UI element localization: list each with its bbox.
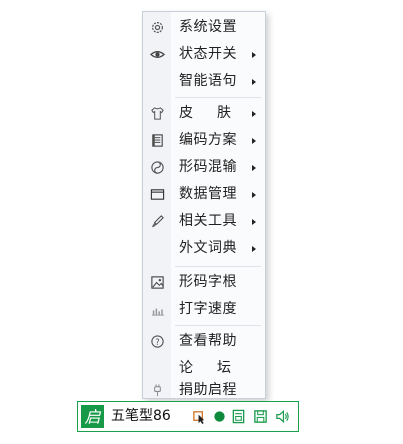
menu-item-system-settings[interactable]: 系统设置 bbox=[143, 14, 265, 41]
svg-text:?: ? bbox=[155, 337, 159, 347]
submenu-arrow-icon bbox=[252, 79, 256, 85]
tshirt-icon bbox=[150, 106, 165, 121]
menu-item-skin[interactable]: 皮肤 bbox=[143, 100, 265, 127]
menu-item-typing-speed[interactable]: 打字速度 bbox=[143, 296, 265, 323]
menu-item-label: 查看帮助 bbox=[179, 333, 237, 349]
menu-item-mixed-input[interactable]: 形码混输 bbox=[143, 154, 265, 181]
dot-icon[interactable] bbox=[212, 409, 227, 424]
help-icon: ? bbox=[150, 334, 165, 349]
menu-item-label: 系统设置 bbox=[179, 19, 237, 35]
ime-status-bar[interactable]: 启 五笔型86 bbox=[77, 401, 299, 432]
menu-item-related-tools[interactable]: 相关工具 bbox=[143, 208, 265, 235]
menu-item-data-management[interactable]: 数据管理 bbox=[143, 181, 265, 208]
menu-item-label: 智能语句 bbox=[179, 73, 237, 89]
eye-icon bbox=[150, 47, 165, 62]
menu-item-status-toggle[interactable]: 状态开关 bbox=[143, 41, 265, 68]
menu-separator bbox=[175, 266, 261, 267]
context-menu: 系统设置 状态开关 智能语句 皮肤 编码方案 形码混输 数据管理 相关工具 外文… bbox=[142, 11, 266, 399]
menu-item-view-help[interactable]: ? 查看帮助 bbox=[143, 328, 265, 355]
menu-item-label: 皮肤 bbox=[179, 105, 255, 121]
ime-logo-icon[interactable]: 启 bbox=[81, 405, 104, 428]
yin-yang-icon bbox=[150, 160, 165, 175]
menu-item-label: 形码字根 bbox=[179, 274, 237, 290]
calculator-icon[interactable] bbox=[231, 409, 246, 424]
menu-item-label: 形码混输 bbox=[179, 159, 237, 175]
codebook-icon bbox=[150, 133, 165, 148]
save-icon[interactable] bbox=[253, 409, 268, 424]
cursor-icon[interactable] bbox=[192, 409, 207, 424]
menu-item-label: 论坛 bbox=[179, 360, 255, 376]
menu-item-donate[interactable]: 捐助启程 bbox=[143, 382, 265, 399]
brush-icon bbox=[150, 214, 165, 229]
submenu-arrow-icon bbox=[252, 192, 256, 198]
submenu-arrow-icon bbox=[252, 246, 256, 252]
menu-item-label: 捐助启程 bbox=[179, 382, 237, 398]
menu-item-label: 外文词典 bbox=[179, 240, 237, 256]
menu-item-label: 状态开关 bbox=[179, 46, 237, 62]
menu-item-forum[interactable]: 论坛 bbox=[143, 355, 265, 382]
submenu-arrow-icon bbox=[252, 165, 256, 171]
speaker-icon[interactable] bbox=[275, 409, 290, 424]
menu-item-label: 编码方案 bbox=[179, 132, 237, 148]
menu-item-smart-sentence[interactable]: 智能语句 bbox=[143, 68, 265, 95]
menu-item-foreign-dictionary[interactable]: 外文词典 bbox=[143, 235, 265, 262]
logo-glyph: 启 bbox=[84, 408, 101, 427]
menu-separator bbox=[175, 97, 261, 98]
menu-item-label: 相关工具 bbox=[179, 213, 237, 229]
menu-item-label: 数据管理 bbox=[179, 186, 237, 202]
input-mode-label[interactable]: 五笔型86 bbox=[111, 402, 171, 431]
menu-item-label: 打字速度 bbox=[179, 301, 237, 317]
submenu-arrow-icon bbox=[252, 52, 256, 58]
image-icon bbox=[150, 275, 165, 290]
menu-separator bbox=[175, 325, 261, 326]
menu-item-encoding-scheme[interactable]: 编码方案 bbox=[143, 127, 265, 154]
folder-icon bbox=[150, 187, 165, 202]
menu-item-radicals[interactable]: 形码字根 bbox=[143, 269, 265, 296]
gear-icon bbox=[150, 20, 165, 35]
submenu-arrow-icon bbox=[252, 138, 256, 144]
submenu-arrow-icon bbox=[252, 111, 256, 117]
submenu-arrow-icon bbox=[252, 219, 256, 225]
bar-chart-icon bbox=[150, 302, 165, 317]
plug-icon bbox=[150, 383, 165, 398]
